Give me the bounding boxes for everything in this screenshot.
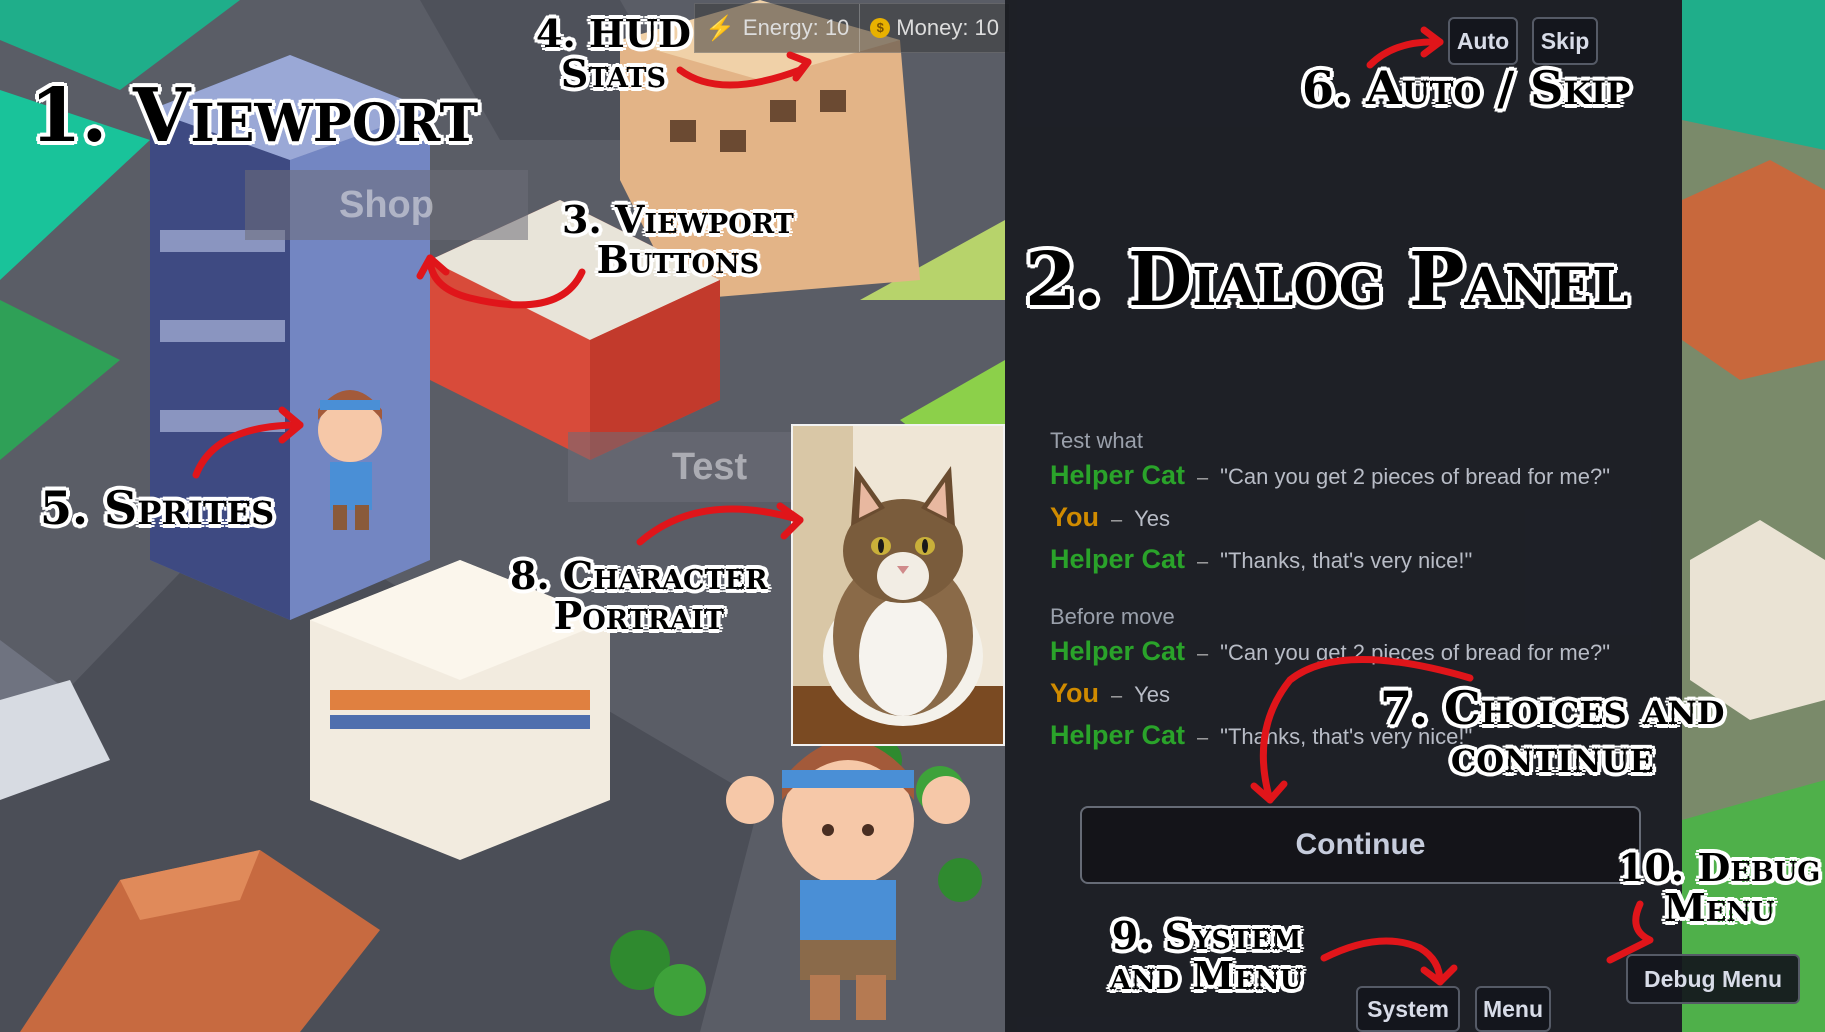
dialog-group-title: Before move (1050, 604, 1175, 629)
system-button[interactable]: System (1356, 986, 1460, 1032)
hud-energy: ⚡ Energy: 10 (695, 4, 861, 52)
dialog-text: "Thanks, that's very nice!" (1220, 548, 1473, 573)
label-line: 10. Debug (1618, 845, 1821, 890)
menu-button[interactable]: Menu (1475, 986, 1551, 1032)
separator: – (1197, 551, 1209, 573)
speaker-name: You (1050, 502, 1099, 532)
speaker-name: Helper Cat (1050, 720, 1186, 750)
label-line: 7. Choices and (1380, 681, 1725, 735)
label-line: 8. Character (510, 553, 768, 598)
separator: – (1197, 467, 1209, 489)
dialog-text: Yes (1134, 506, 1171, 531)
label-line: 4. HUD (536, 11, 691, 56)
dialog-line: Helper Cat – "Can you get 2 pieces of br… (1050, 460, 1650, 502)
label-choices-continue: 7. Choices and continue (1380, 684, 1725, 781)
label-line: Buttons (596, 236, 760, 282)
label-system-menu: 9. System and Menu (1110, 916, 1303, 996)
dialog-line: You – Yes (1050, 502, 1650, 544)
label-line: and Menu (1110, 952, 1304, 998)
label-character-portrait: 8. Character Portrait (510, 556, 768, 636)
label-line: 3. Viewport (562, 197, 794, 242)
character-portrait (791, 424, 1005, 746)
dialog-group-title: Test what (1050, 428, 1143, 453)
separator: – (1111, 685, 1123, 707)
debug-menu-button[interactable]: Debug Menu (1626, 954, 1800, 1004)
dialog-line: Helper Cat – "Thanks, that's very nice!" (1050, 544, 1650, 586)
dialog-group: Test what Helper Cat – "Can you get 2 pi… (1050, 428, 1650, 586)
label-debug-menu: 10. Debug Menu (1618, 848, 1820, 928)
dialog-text: "Can you get 2 pieces of bread for me?" (1220, 464, 1611, 489)
label-dialog-panel: 2. Dialog Panel (1025, 237, 1629, 323)
hud-money: $ Money: 10 (860, 4, 1009, 52)
label-viewport-buttons: 3. Viewport Buttons (562, 200, 794, 280)
dialog-text: Yes (1134, 682, 1171, 707)
label-line: continue (1450, 729, 1654, 784)
speaker-name: You (1050, 678, 1099, 708)
dialog-text: "Can you get 2 pieces of bread for me?" (1220, 640, 1611, 665)
separator: – (1197, 643, 1209, 665)
hud-stats: ⚡ Energy: 10 $ Money: 10 (694, 3, 1011, 53)
lightning-icon: ⚡ (705, 14, 735, 42)
auto-button[interactable]: Auto (1448, 17, 1518, 65)
speaker-name: Helper Cat (1050, 544, 1186, 574)
continue-button[interactable]: Continue (1080, 806, 1641, 884)
separator: – (1111, 509, 1123, 531)
label-line: Menu (1663, 884, 1775, 930)
viewport-button-shop[interactable]: Shop (245, 170, 528, 240)
label-auto-skip: 6. Auto / Skip (1302, 61, 1631, 115)
label-viewport: 1. Viewport (30, 73, 479, 159)
label-hud: 4. HUD Stats (536, 14, 691, 94)
money-value: Money: 10 (896, 15, 1000, 40)
label-sprites: 5. Sprites (40, 481, 275, 535)
dialog-line: Helper Cat – "Can you get 2 pieces of br… (1050, 636, 1650, 678)
label-line: Portrait (553, 592, 724, 638)
label-line: 9. System (1111, 913, 1302, 958)
label-line: Stats (560, 50, 667, 96)
separator: – (1197, 727, 1209, 749)
energy-value: Energy: 10 (742, 15, 850, 40)
coin-icon: $ (870, 18, 891, 38)
skip-button[interactable]: Skip (1532, 17, 1598, 65)
speaker-name: Helper Cat (1050, 460, 1186, 490)
cat-portrait-image (793, 426, 1003, 744)
speaker-name: Helper Cat (1050, 636, 1186, 666)
